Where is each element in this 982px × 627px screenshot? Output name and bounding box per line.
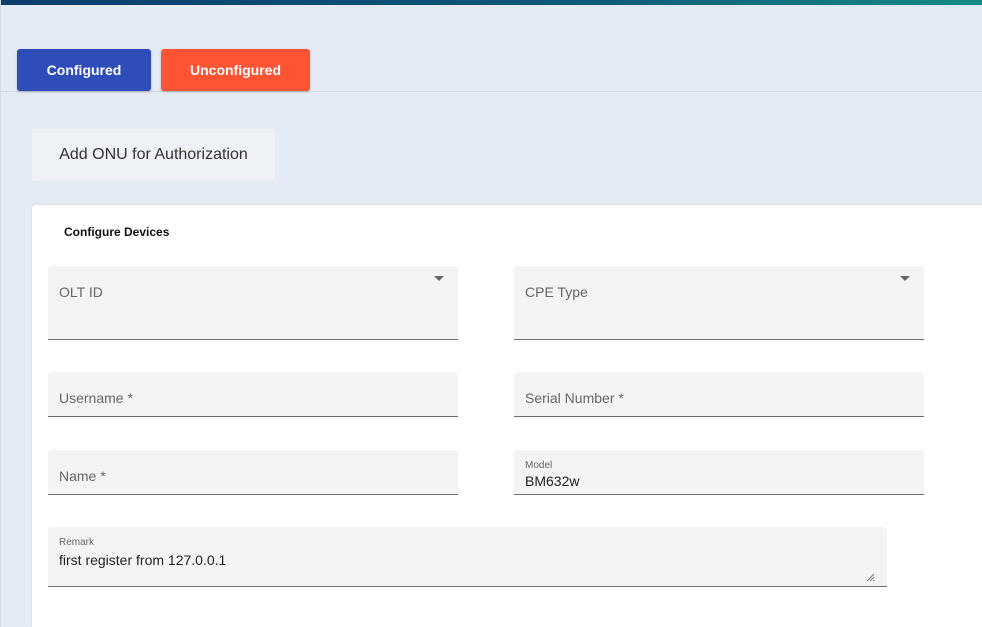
remark-label: Remark <box>59 537 95 548</box>
resize-handle-icon[interactable] <box>866 573 875 582</box>
model-label: Model <box>525 460 553 471</box>
username-label: Username * <box>59 390 133 406</box>
tab-bar: Configured Unconfigured <box>0 44 982 92</box>
model-value: BM632w <box>525 473 580 489</box>
remark-textarea[interactable]: Remark first register from 127.0.0.1 <box>48 527 887 587</box>
remark-value: first register from 127.0.0.1 <box>59 552 227 568</box>
top-accent-bar <box>0 0 982 5</box>
dropdown-caret-icon <box>434 276 444 281</box>
cpe-type-label: CPE Type <box>525 284 588 300</box>
username-input[interactable]: Username * <box>48 372 458 417</box>
serial-number-input[interactable]: Serial Number * <box>514 372 924 417</box>
serial-number-label: Serial Number * <box>525 390 624 406</box>
olt-id-select[interactable]: OLT ID <box>48 266 458 340</box>
add-onu-button[interactable]: Add ONU for Authorization <box>32 129 275 181</box>
tab-configured[interactable]: Configured <box>17 49 151 91</box>
name-input[interactable]: Name * <box>48 450 458 495</box>
name-label: Name * <box>59 468 106 484</box>
model-input[interactable]: Model BM632w <box>514 450 924 495</box>
card-title: Configure Devices <box>64 225 170 239</box>
tab-unconfigured[interactable]: Unconfigured <box>161 49 310 91</box>
olt-id-label: OLT ID <box>59 284 103 300</box>
cpe-type-select[interactable]: CPE Type <box>514 266 924 340</box>
dropdown-caret-icon <box>900 276 910 281</box>
left-edge-line <box>0 0 1 627</box>
configure-devices-card: Configure Devices OLT ID CPE Type Userna… <box>32 205 982 627</box>
